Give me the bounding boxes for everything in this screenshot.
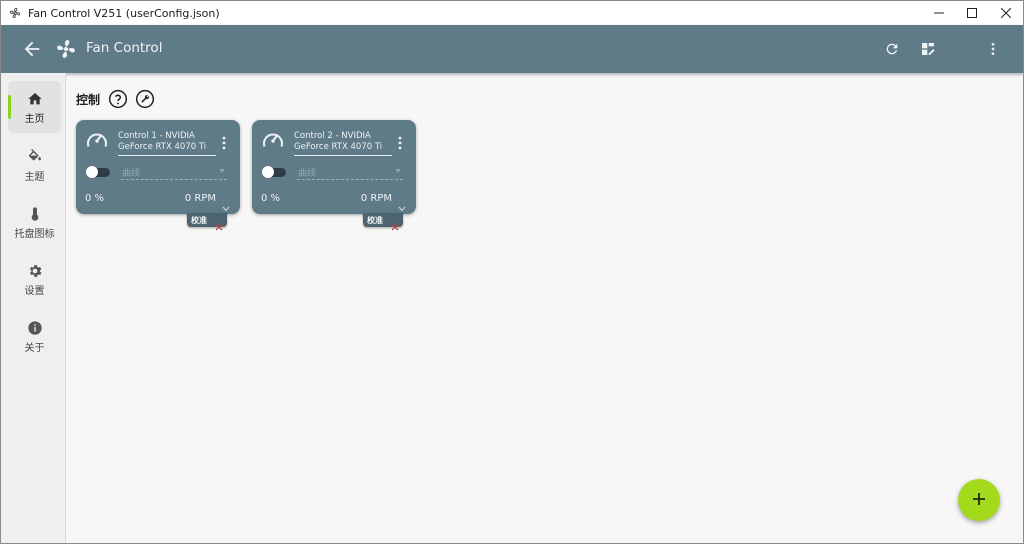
curve-select[interactable]: 曲线 xyxy=(121,165,227,180)
sidebar-item-label: 设置 xyxy=(24,285,45,297)
sidebar-item-label: 主题 xyxy=(24,171,45,183)
dashboard-edit-icon[interactable] xyxy=(917,38,939,60)
percent-value: 0 % xyxy=(261,193,281,204)
toggle-knob xyxy=(86,166,98,178)
plus-icon xyxy=(972,491,986,510)
sidebar: 主页 主题 托盘图标 设置 关于 xyxy=(1,73,66,543)
sidebar-item-settings[interactable]: 设置 xyxy=(8,253,61,305)
app-header: Fan Control xyxy=(1,25,1023,73)
curve-select[interactable]: 曲线 xyxy=(297,165,403,180)
sidebar-item-home[interactable]: 主页 xyxy=(8,81,61,133)
maximize-button[interactable] xyxy=(955,1,989,25)
paint-bucket-icon xyxy=(26,148,44,166)
sidebar-item-theme[interactable]: 主题 xyxy=(8,139,61,191)
minimize-button[interactable] xyxy=(922,1,956,25)
chevron-down-icon[interactable] xyxy=(398,197,406,212)
control-card[interactable]: Control 2 - NVIDIA GeForce RTX 4070 Ti 曲… xyxy=(252,120,416,231)
enable-toggle[interactable] xyxy=(86,166,112,178)
title-bar: Fan Control V251 (userConfig.json) xyxy=(1,1,1023,25)
active-indicator xyxy=(8,95,11,119)
rpm-value: 0 RPM xyxy=(184,193,216,204)
calibrate-label: 校准 xyxy=(367,215,383,225)
main-content: 控制 Control 1 - NVIDIA GeForce RTX 4070 T… xyxy=(67,73,1023,543)
curve-placeholder: 曲线 xyxy=(122,169,141,179)
chevron-down-icon[interactable] xyxy=(222,197,230,212)
sidebar-item-tray-icon[interactable]: 托盘图标 xyxy=(8,196,61,248)
help-icon[interactable] xyxy=(108,89,128,109)
close-button[interactable] xyxy=(989,1,1023,25)
enable-toggle[interactable] xyxy=(262,166,288,178)
add-control-button[interactable] xyxy=(958,479,1000,521)
calibrate-button[interactable]: 校准 xyxy=(187,213,227,231)
more-vert-icon[interactable] xyxy=(982,38,1004,60)
rpm-value: 0 RPM xyxy=(360,193,392,204)
close-icon[interactable] xyxy=(215,216,223,231)
dropdown-arrow-icon xyxy=(395,169,401,173)
fan-app-icon xyxy=(8,6,22,20)
refresh-icon[interactable] xyxy=(881,38,903,60)
app-window: Fan Control V251 (userConfig.json) Fan C… xyxy=(0,0,1024,544)
info-icon xyxy=(26,319,44,337)
close-icon[interactable] xyxy=(391,216,399,231)
control-name[interactable]: Control 1 - NVIDIA GeForce RTX 4070 Ti xyxy=(118,131,216,156)
more-vert-icon[interactable] xyxy=(397,135,403,150)
curve-placeholder: 曲线 xyxy=(298,169,317,179)
sidebar-item-label: 托盘图标 xyxy=(14,228,55,240)
app-title: Fan Control xyxy=(86,40,163,56)
control-card[interactable]: Control 1 - NVIDIA GeForce RTX 4070 Ti 曲… xyxy=(76,120,240,231)
sidebar-item-label: 关于 xyxy=(24,342,45,354)
section-header: 控制 xyxy=(76,89,162,109)
sidebar-item-label: 主页 xyxy=(24,113,45,125)
more-vert-icon[interactable] xyxy=(221,135,227,150)
fan-logo-icon xyxy=(55,38,77,60)
wrench-icon[interactable] xyxy=(135,89,155,109)
home-icon xyxy=(26,90,44,108)
gear-icon xyxy=(26,262,44,280)
window-title: Fan Control V251 (userConfig.json) xyxy=(28,6,220,20)
dropdown-arrow-icon xyxy=(219,169,225,173)
calibrate-button[interactable]: 校准 xyxy=(363,213,403,231)
section-title: 控制 xyxy=(76,92,101,107)
thermometer-icon xyxy=(26,205,44,223)
calibrate-label: 校准 xyxy=(191,215,207,225)
sidebar-item-about[interactable]: 关于 xyxy=(8,310,61,362)
percent-value: 0 % xyxy=(85,193,105,204)
gauge-icon xyxy=(261,129,285,151)
toggle-knob xyxy=(262,166,274,178)
back-arrow-icon[interactable] xyxy=(21,38,43,60)
control-name[interactable]: Control 2 - NVIDIA GeForce RTX 4070 Ti xyxy=(294,131,392,156)
gauge-icon xyxy=(85,129,109,151)
